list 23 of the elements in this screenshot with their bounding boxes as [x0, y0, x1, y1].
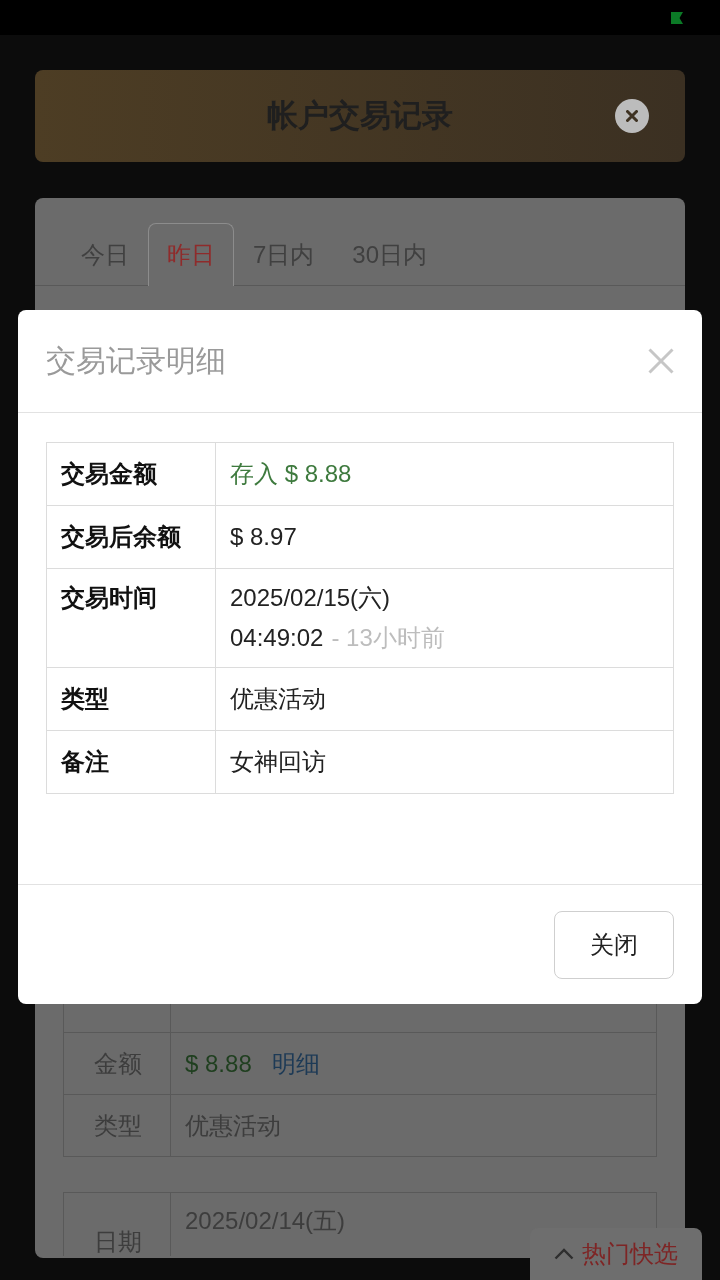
- table-cell: 备注: [47, 731, 216, 793]
- table-cell: 交易时间: [47, 569, 216, 667]
- detail-link[interactable]: 明细: [271, 1047, 320, 1080]
- close-button[interactable]: [615, 99, 649, 133]
- table-cell: 类型: [47, 668, 216, 730]
- table-cell-text: 优惠活动: [229, 684, 327, 714]
- close-button[interactable]: 关闭: [554, 911, 674, 979]
- caret-icon: [554, 1248, 574, 1260]
- table-cell-text: 存入 $ 8.88: [229, 459, 353, 489]
- amount-text: $ 8.88: [185, 1049, 252, 1078]
- date-text: 2025/02/15(六): [230, 585, 391, 611]
- dialog-title: 交易记录明细: [46, 342, 226, 379]
- quick-pick-button[interactable]: 热门快选: [530, 1228, 702, 1280]
- status-icon: [671, 11, 683, 24]
- table-cell: 交易后余额: [47, 506, 216, 568]
- table-cell-text: $ 8.97: [229, 522, 298, 552]
- relative-time-text: - 13小时前: [331, 625, 445, 651]
- tab[interactable]: 昨日: [148, 223, 234, 286]
- close-icon: [626, 110, 638, 122]
- time-text: 04:49:02: [230, 625, 324, 651]
- close-icon: [648, 348, 674, 374]
- table-cell-text: 女神回访: [229, 747, 327, 777]
- table-cell: 交易金额: [47, 443, 216, 505]
